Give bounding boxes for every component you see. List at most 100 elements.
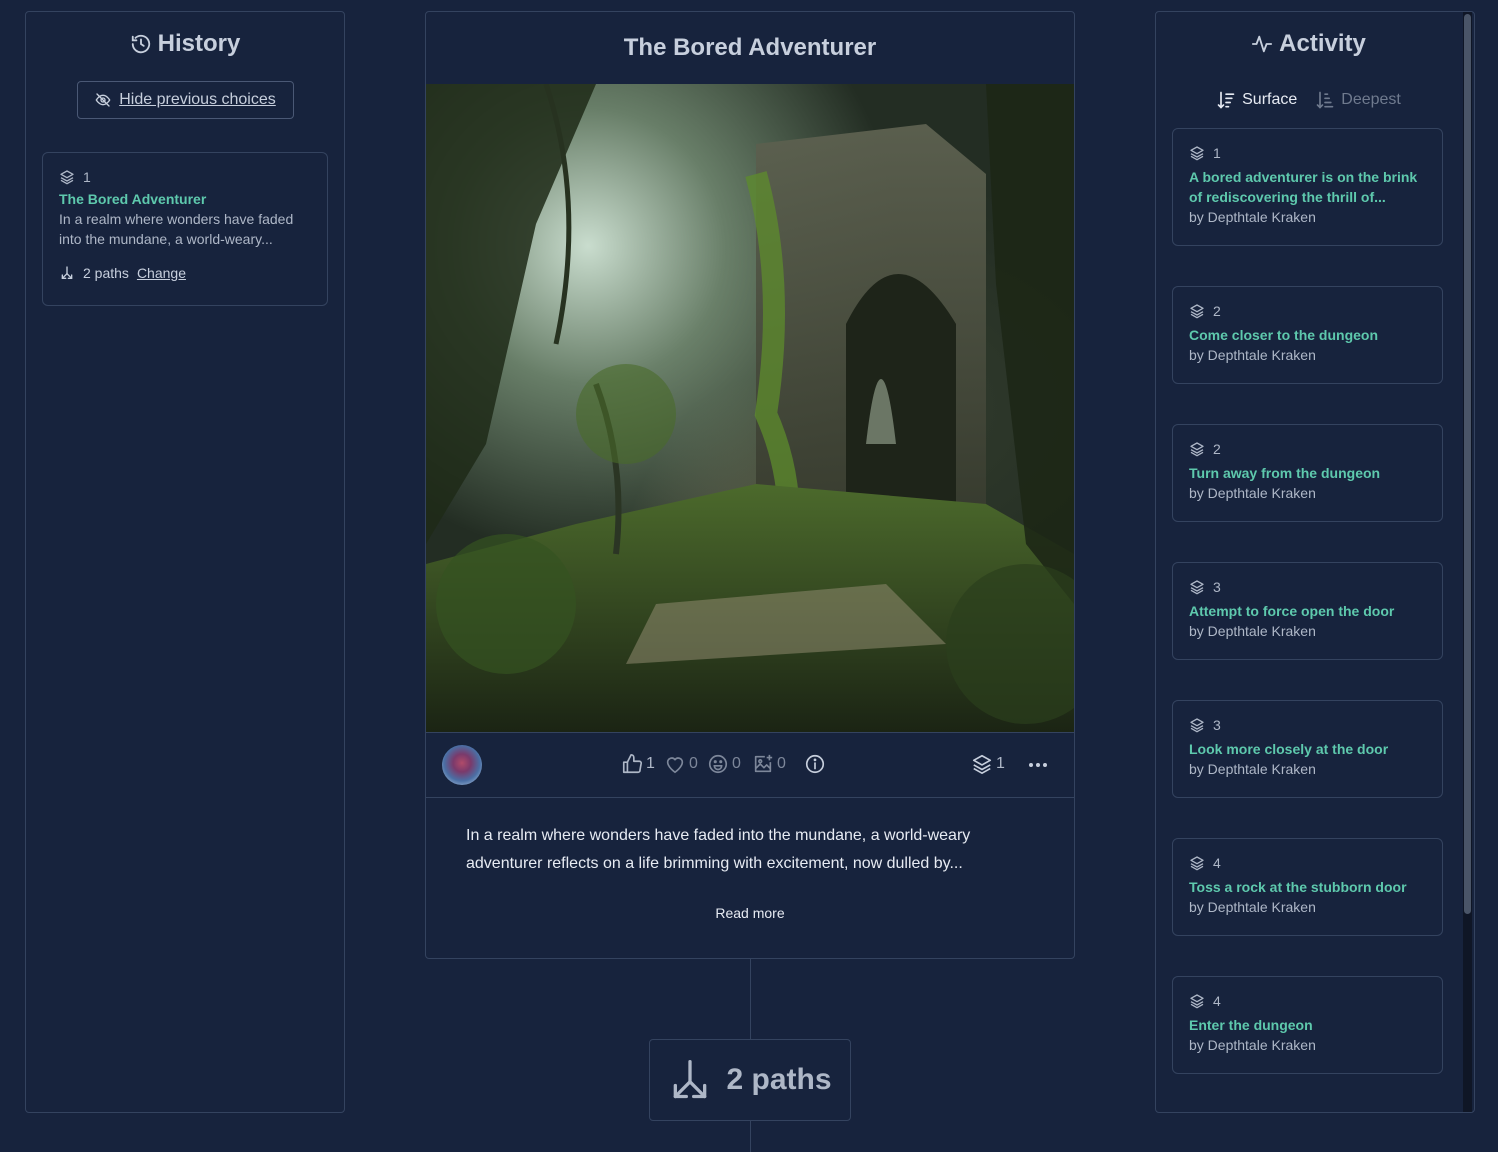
activity-item[interactable]: 3 Attempt to force open the door by Dept… [1172,562,1443,660]
like-count: 1 [646,755,655,772]
activity-title: Activity [1279,30,1366,57]
history-paths-count: 2 paths [83,265,129,281]
activity-item-author: by Depthtale Kraken [1189,899,1316,915]
activity-item[interactable]: 2 Turn away from the dungeon by Depthtal… [1172,424,1443,522]
eye-off-icon [95,93,111,107]
activity-item-title[interactable]: Enter the dungeon [1189,1015,1426,1035]
layers-icon [1190,304,1204,319]
activity-item[interactable]: 4 Toss a rock at the stubborn door by De… [1172,838,1443,936]
split-paths-icon [674,1060,707,1099]
depth-indicator: 1 [59,169,311,185]
add-image-button[interactable]: 0 [752,753,786,775]
sort-options: Surface Deepest [1156,90,1461,110]
activity-item[interactable]: 3 Look more closely at the door by Depth… [1172,700,1443,798]
change-link[interactable]: Change [137,265,186,281]
paths-box[interactable]: 2 paths [649,1039,851,1121]
reaction-button[interactable]: 0 [707,753,741,775]
like-button[interactable]: 1 [621,753,655,775]
activity-item-title[interactable]: Look more closely at the door [1189,739,1426,759]
activity-item-author: by Depthtale Kraken [1189,485,1316,501]
layers-icon [1190,146,1204,161]
sort-ascending-icon [1217,91,1235,109]
connector-line [750,1121,751,1152]
heart-icon [666,757,684,774]
depth-value: 1 [83,169,91,185]
depth-indicator: 1 [1189,145,1426,161]
connector-line [750,959,751,1039]
depth-value: 1 [1213,145,1221,161]
activity-item[interactable]: 4 Enter the dungeon by Depthtale Kraken [1172,976,1443,1074]
story-excerpt: In a realm where wonders have faded into… [466,822,1036,878]
activity-item-title[interactable]: Attempt to force open the door [1189,601,1426,621]
depth-indicator: 2 [1189,441,1426,457]
history-card-description: In a realm where wonders have faded into… [59,209,311,249]
favorite-count: 0 [689,755,698,772]
read-more-link[interactable]: Read more [426,905,1074,921]
activity-item-author: by Depthtale Kraken [1189,347,1316,363]
layers-icon [1190,856,1204,871]
activity-item-title[interactable]: Come closer to the dungeon [1189,325,1426,345]
activity-item-title[interactable]: A bored adventurer is on the brink of re… [1189,167,1426,207]
depth-value: 2 [1213,303,1221,319]
sort-deepest-button[interactable]: Deepest [1315,90,1401,110]
sort-surface-button[interactable]: Surface [1216,90,1297,110]
depth-value: 3 [1213,579,1221,595]
history-title: History [157,30,241,57]
paths-count: 2 paths [726,1063,832,1096]
depth-indicator: 3 [1189,717,1426,733]
history-heading: History [26,30,344,58]
image-plus-icon [754,754,773,773]
sort-surface-label: Surface [1242,91,1298,108]
story-card: The Bored Adventurer 1 0 0 0 1 In a real… [425,11,1075,959]
sort-descending-icon [1316,91,1334,109]
history-card-desc-line2: into the mundane, a world-weary... [59,231,273,247]
reaction-count: 0 [732,755,741,772]
sort-deepest-label: Deepest [1341,91,1401,108]
story-image[interactable] [426,84,1074,732]
story-title: The Bored Adventurer [623,34,877,61]
history-card[interactable]: 1 The Bored Adventurer In a realm where … [42,152,328,306]
thumbs-up-icon [622,754,642,774]
hide-previous-choices-label: Hide previous choices [119,91,276,108]
activity-item[interactable]: 2 Come closer to the dungeon by Depthtal… [1172,286,1443,384]
activity-item-title[interactable]: Turn away from the dungeon [1189,463,1426,483]
layers-icon [1190,580,1204,595]
story-excerpt-line1: In a realm where wonders have faded into… [466,827,971,844]
scrollbar-thumb[interactable] [1464,14,1471,914]
story-toolbar: 1 0 0 0 1 [426,732,1074,798]
image-count: 0 [777,755,786,772]
activity-pulse-icon [1252,35,1273,53]
activity-item-title-line1: A bored adventurer is on the brink [1189,169,1418,185]
depth-indicator: 3 [1189,579,1426,595]
history-card-title[interactable]: The Bored Adventurer [59,191,311,207]
author-avatar[interactable] [442,745,482,785]
layers-icon [60,170,74,185]
story-excerpt-line2: adventurer reflects on a life brimming w… [466,855,963,872]
activity-item-author: by Depthtale Kraken [1189,1037,1316,1053]
depth-indicator: 2 [1189,303,1426,319]
activity-item-title[interactable]: Toss a rock at the stubborn door [1189,877,1426,897]
favorite-button[interactable]: 0 [664,753,698,775]
activity-item[interactable]: 1 A bored adventurer is on the brink of … [1172,128,1443,246]
info-icon [805,754,825,774]
depth-button[interactable]: 1 [971,753,1005,775]
depth-value: 2 [1213,441,1221,457]
history-panel: History Hide previous choices 1 The Bore… [25,11,345,1113]
layers-icon [1190,718,1204,733]
more-options-icon[interactable] [1026,754,1050,776]
depth-indicator: 4 [1189,855,1426,871]
info-button[interactable] [804,753,826,775]
activity-item-title-line2: of rediscovering the thrill of... [1189,189,1386,205]
depth-indicator: 4 [1189,993,1426,1009]
history-card-desc-line1: In a realm where wonders have faded [59,211,294,227]
jungle-ruins-illustration [426,84,1074,732]
activity-item-author: by Depthtale Kraken [1189,623,1316,639]
depth-count: 1 [996,755,1005,772]
activity-scrollbar[interactable] [1463,12,1472,1112]
layers-icon [972,754,992,774]
emoji-face-icon [708,754,728,774]
hide-previous-choices-button[interactable]: Hide previous choices [77,81,294,119]
layers-icon [1190,442,1204,457]
depth-value: 4 [1213,855,1221,871]
layers-icon [1190,994,1204,1009]
